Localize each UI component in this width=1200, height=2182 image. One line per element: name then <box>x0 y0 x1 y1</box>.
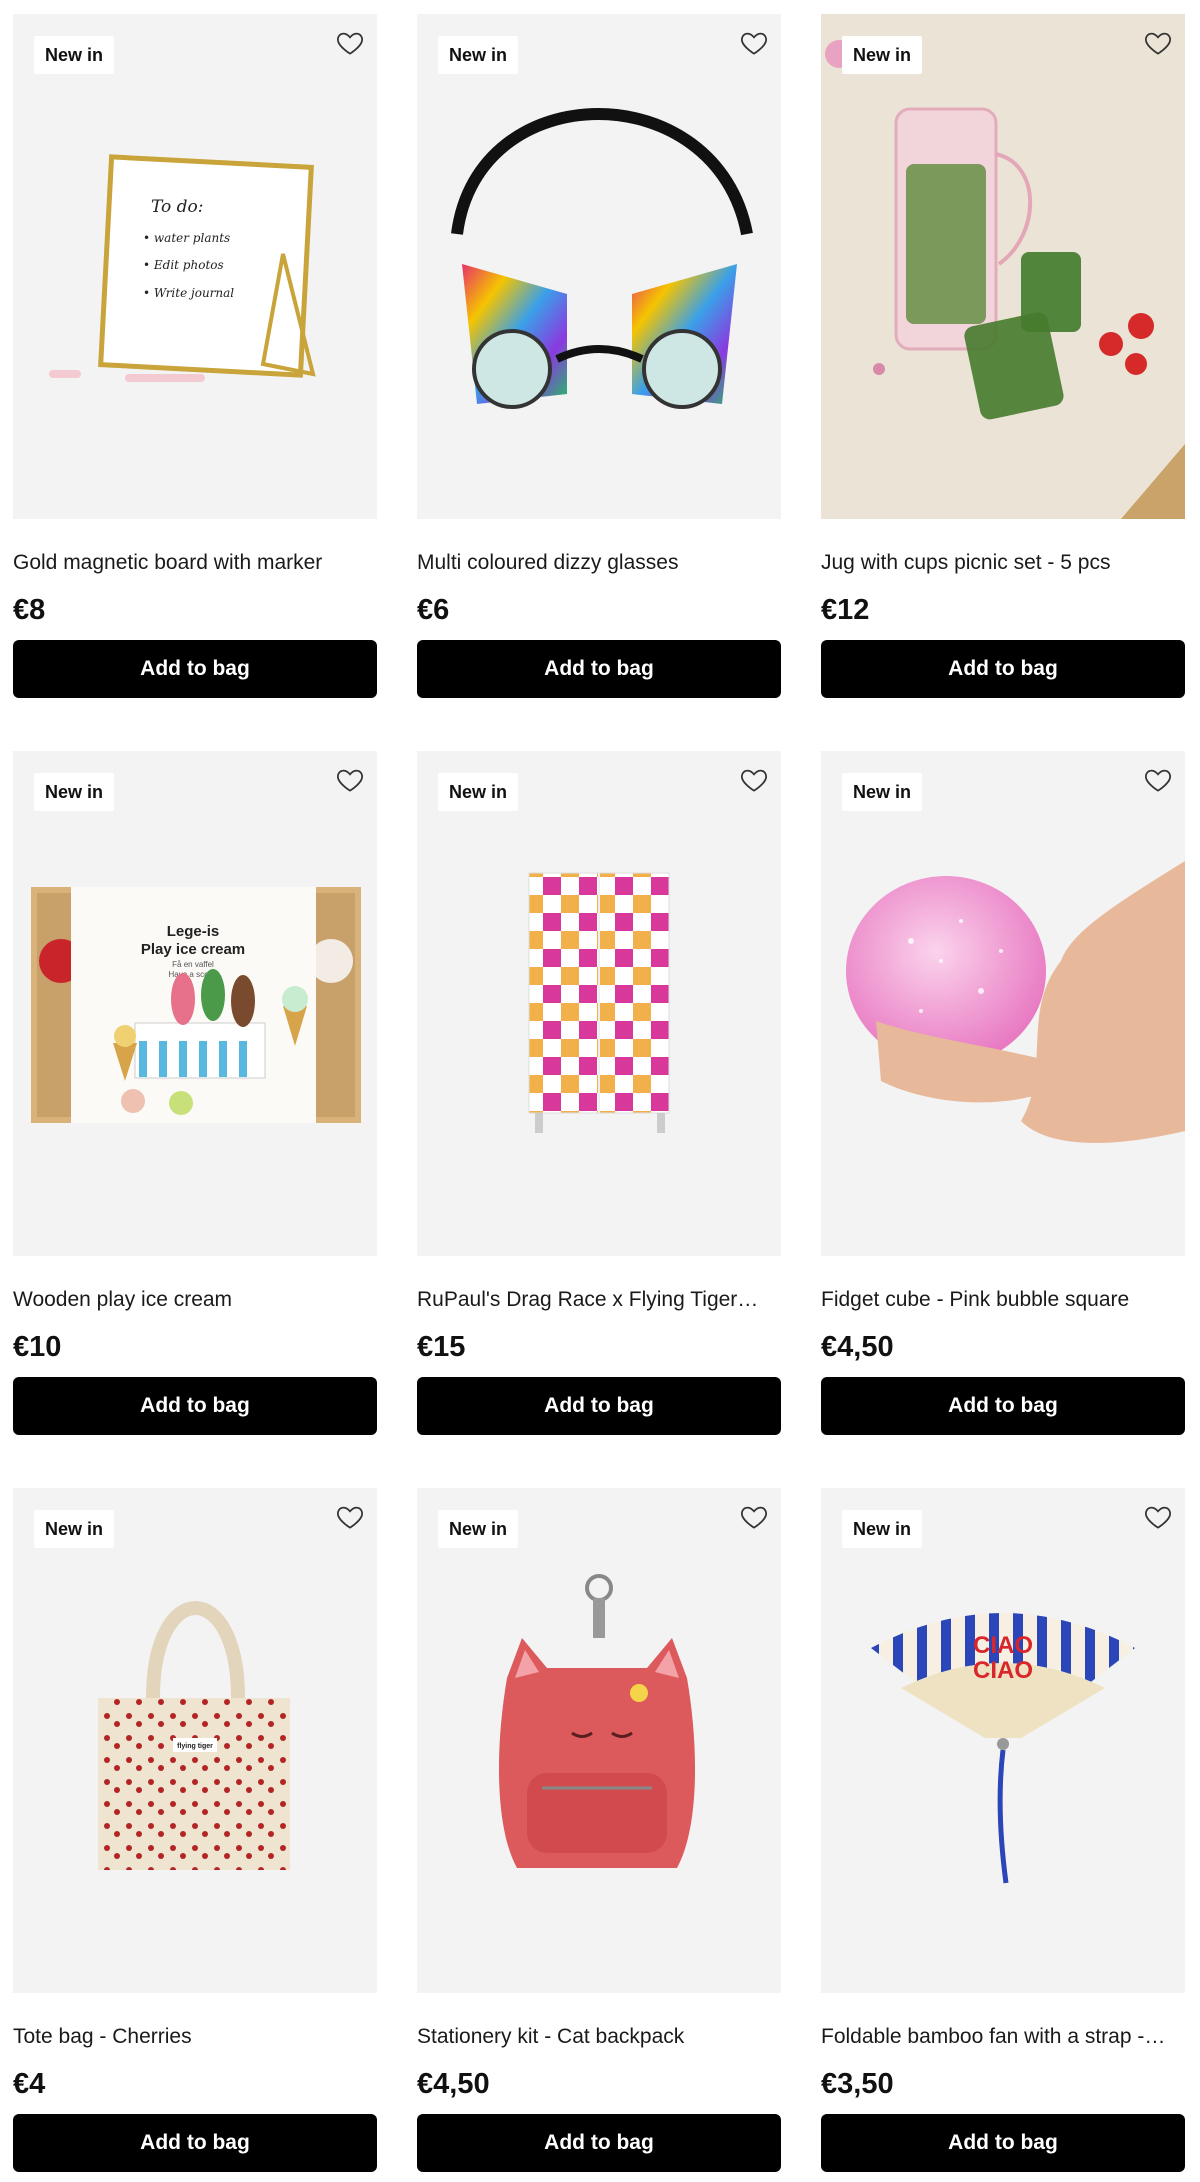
heart-icon[interactable] <box>739 28 769 58</box>
add-to-bag-button[interactable]: Add to bag <box>821 2114 1185 2172</box>
bamboo-fan-image: CIAO CIAO <box>871 1613 1135 1884</box>
svg-text:To do:: To do: <box>151 197 204 217</box>
add-to-bag-button[interactable]: Add to bag <box>417 1377 781 1435</box>
heart-icon[interactable] <box>1143 28 1173 58</box>
product-price: €4,50 <box>417 2068 490 2100</box>
product-price: €4 <box>13 2068 46 2100</box>
product-image[interactable]: To do: • water plants • Edit photos • Wr… <box>13 14 377 519</box>
new-in-badge: New in <box>842 1510 923 1548</box>
product-title[interactable]: Jug with cups picnic set - 5 pcs <box>821 549 1185 577</box>
product-title[interactable]: Stationery kit - Cat backpack <box>417 2023 781 2051</box>
product-image[interactable]: New in <box>821 14 1185 519</box>
product-card[interactable]: New in Fidget cube - Pink bubble square … <box>821 751 1185 1436</box>
product-image[interactable]: New in <box>417 1488 781 1993</box>
play-ice-cream-image: Lege-is Play ice cream Få en vaffel Have… <box>31 887 361 1123</box>
product-title[interactable]: Gold magnetic board with marker <box>13 549 377 577</box>
new-in-badge: New in <box>842 36 923 74</box>
heart-icon[interactable] <box>1143 1502 1173 1532</box>
product-card[interactable]: New in Jug with cups picnic set - 5 pcs … <box>821 14 1185 699</box>
product-card[interactable]: New in Multi coloured dizzy glasses €6 A… <box>417 14 781 699</box>
product-title[interactable]: Wooden play ice cream <box>13 1286 377 1314</box>
product-title[interactable]: Tote bag - Cherries <box>13 2023 377 2051</box>
dizzy-glasses-image <box>451 108 753 409</box>
picnic-jug-image <box>821 14 1185 519</box>
heart-icon[interactable] <box>335 765 365 795</box>
product-grid: To do: • water plants • Edit photos • Wr… <box>13 14 1185 2173</box>
product-title[interactable]: Fidget cube - Pink bubble square <box>821 1286 1185 1314</box>
product-price: €4,50 <box>821 1331 894 1363</box>
product-price: €10 <box>13 1331 62 1363</box>
svg-text:Lege-is: Lege-is <box>167 923 220 940</box>
product-card[interactable]: New in Stationery kit - Cat backpack €4,… <box>417 1488 781 2173</box>
product-card[interactable]: flying tiger New in Tote bag - Cherries … <box>13 1488 377 2173</box>
svg-text:• water plants: • water plants <box>143 231 230 245</box>
new-in-badge: New in <box>438 773 519 811</box>
product-image[interactable]: New in <box>417 751 781 1256</box>
svg-text:flying tiger: flying tiger <box>177 1743 213 1750</box>
new-in-badge: New in <box>842 773 923 811</box>
add-to-bag-button[interactable]: Add to bag <box>13 1377 377 1435</box>
svg-text:• Edit photos: • Edit photos <box>143 258 224 272</box>
new-in-badge: New in <box>34 773 115 811</box>
product-image[interactable]: CIAO CIAO New in <box>821 1488 1185 1993</box>
product-image[interactable]: Lege-is Play ice cream Få en vaffel Have… <box>13 751 377 1256</box>
product-price: €6 <box>417 594 450 626</box>
svg-text:Play ice cream: Play ice cream <box>141 941 245 958</box>
heart-icon[interactable] <box>739 765 769 795</box>
product-image[interactable]: flying tiger New in <box>13 1488 377 1993</box>
product-price: €12 <box>821 594 870 626</box>
product-price: €8 <box>13 594 46 626</box>
add-to-bag-button[interactable]: Add to bag <box>13 2114 377 2172</box>
checkered-locker-image <box>528 872 670 1133</box>
svg-text:CIAO: CIAO <box>973 1632 1033 1659</box>
product-card[interactable]: Lege-is Play ice cream Få en vaffel Have… <box>13 751 377 1436</box>
product-image[interactable]: New in <box>821 751 1185 1256</box>
heart-icon[interactable] <box>335 1502 365 1532</box>
product-title[interactable]: Foldable bamboo fan with a strap -… <box>821 2023 1185 2051</box>
gold-magnetic-board-image: To do: • water plants • Edit photos • Wr… <box>49 154 316 382</box>
svg-text:CIAO: CIAO <box>973 1657 1033 1684</box>
heart-icon[interactable] <box>335 28 365 58</box>
product-card[interactable]: To do: • water plants • Edit photos • Wr… <box>13 14 377 699</box>
svg-text:Få en vaffel: Få en vaffel <box>172 960 214 969</box>
cat-backpack-image <box>498 1574 696 1868</box>
product-price: €15 <box>417 1331 466 1363</box>
add-to-bag-button[interactable]: Add to bag <box>417 640 781 698</box>
heart-icon[interactable] <box>1143 765 1173 795</box>
heart-icon[interactable] <box>739 1502 769 1532</box>
product-title[interactable]: RuPaul's Drag Race x Flying Tiger… <box>417 1286 781 1314</box>
pink-bubble-fidget-image <box>846 861 1185 1143</box>
new-in-badge: New in <box>34 36 115 74</box>
add-to-bag-button[interactable]: Add to bag <box>417 2114 781 2172</box>
cherry-tote-bag-image: flying tiger <box>98 1601 290 1870</box>
new-in-badge: New in <box>438 1510 519 1548</box>
new-in-badge: New in <box>34 1510 115 1548</box>
svg-text:• Write journal: • Write journal <box>143 286 234 300</box>
add-to-bag-button[interactable]: Add to bag <box>13 640 377 698</box>
product-price: €3,50 <box>821 2068 894 2100</box>
product-card[interactable]: New in RuPaul's Drag Race x Flying Tiger… <box>417 751 781 1436</box>
product-title[interactable]: Multi coloured dizzy glasses <box>417 549 781 577</box>
add-to-bag-button[interactable]: Add to bag <box>821 640 1185 698</box>
new-in-badge: New in <box>438 36 519 74</box>
product-image[interactable]: New in <box>417 14 781 519</box>
add-to-bag-button[interactable]: Add to bag <box>821 1377 1185 1435</box>
product-card[interactable]: CIAO CIAO New in Foldable bamboo fan wit… <box>821 1488 1185 2173</box>
